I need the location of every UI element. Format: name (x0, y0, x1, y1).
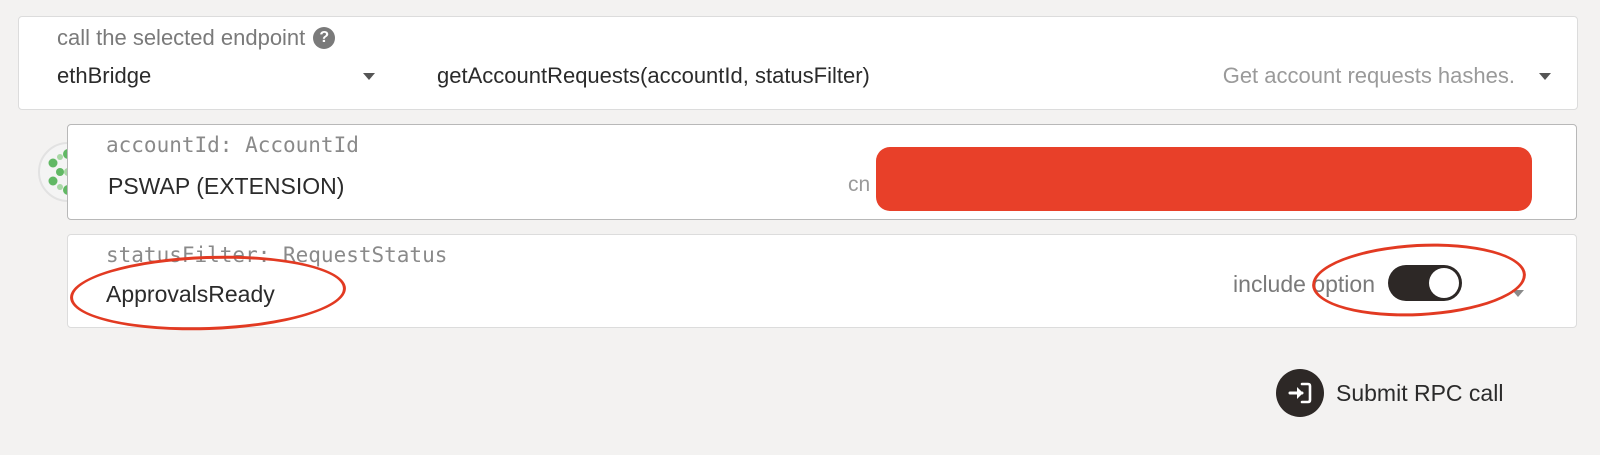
sign-in-icon-glyph (1288, 382, 1312, 404)
include-option-toggle[interactable] (1388, 265, 1462, 301)
account-address-prefix: cn (848, 173, 871, 196)
submit-rpc-call-label: Submit RPC call (1336, 379, 1504, 406)
status-filter-param[interactable]: statusFilter: RequestStatus ApprovalsRea… (67, 234, 1577, 328)
section-value: ethBridge (57, 63, 152, 88)
section-dropdown[interactable]: ethBridge (57, 63, 397, 89)
account-id-label: accountId: AccountId (106, 133, 359, 157)
toggle-knob (1429, 268, 1459, 298)
endpoint-selector-card: call the selected endpoint ? ethBridge g… (18, 16, 1578, 110)
method-description-text: Get account requests hashes. (1222, 63, 1515, 88)
chevron-down-icon (363, 73, 375, 80)
chevron-down-icon[interactable] (1539, 73, 1551, 80)
endpoint-label-text: call the selected endpoint (57, 25, 306, 50)
chevron-down-icon[interactable] (1512, 290, 1524, 297)
status-filter-label: statusFilter: RequestStatus (106, 243, 448, 267)
help-icon[interactable]: ? (313, 27, 336, 49)
include-option-label: include option (1233, 271, 1375, 297)
status-filter-value: ApprovalsReady (106, 281, 275, 307)
redacted-address-block (876, 147, 1532, 211)
endpoint-selector-label: call the selected endpoint ? (57, 25, 336, 51)
submit-rpc-call-button[interactable]: Submit RPC call (1276, 368, 1503, 418)
method-value: getAccountRequests(accountId, statusFilt… (437, 63, 870, 88)
sign-in-icon (1276, 369, 1324, 417)
account-id-param[interactable]: accountId: AccountId PSWAP (EXTENSION) c… (67, 124, 1577, 220)
method-dropdown[interactable]: getAccountRequests(accountId, statusFilt… (437, 63, 870, 89)
method-description: Get account requests hashes. (1223, 63, 1515, 89)
account-id-value: PSWAP (EXTENSION) (108, 173, 345, 199)
